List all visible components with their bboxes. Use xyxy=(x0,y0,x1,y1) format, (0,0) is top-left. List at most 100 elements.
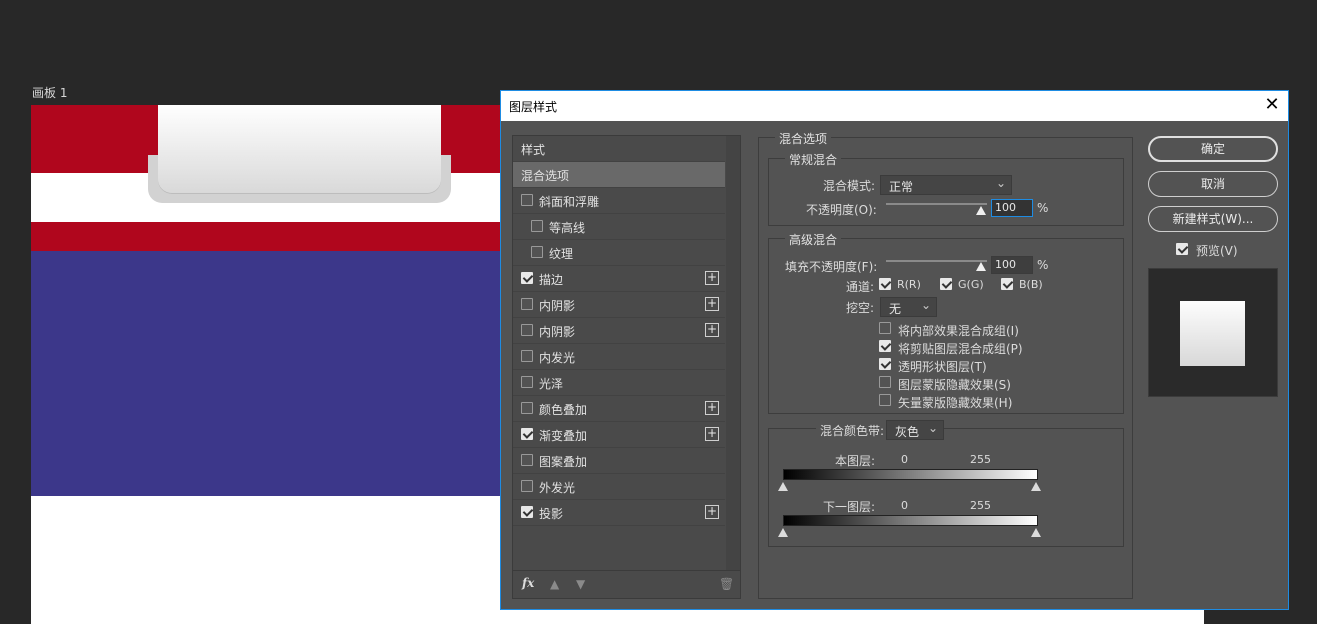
opacity-slider[interactable] xyxy=(886,203,987,205)
style-item[interactable]: 内阴影 + xyxy=(513,292,725,318)
opacity-input[interactable]: 100 xyxy=(991,199,1033,217)
below-layer-white-handle[interactable] xyxy=(1031,528,1041,537)
styles-list: 样式 混合选项 斜面和浮雕 等高线 纹理 描边 + 内阴影 + 内阴影 + 内发光 光泽 颜色叠加 + 渐变叠… xyxy=(513,136,725,570)
style-item[interactable]: 斜面和浮雕 xyxy=(513,188,725,214)
channel-option[interactable]: G(G) xyxy=(940,277,1000,293)
cancel-button[interactable]: 取消 xyxy=(1148,171,1278,197)
style-item-checkbox[interactable] xyxy=(521,428,533,440)
preview-label: 预览(V) xyxy=(1196,244,1238,258)
style-item[interactable]: 外发光 xyxy=(513,474,725,500)
advanced-option[interactable]: 将剪贴图层混合成组(P) xyxy=(879,339,1119,356)
advanced-option[interactable]: 矢量蒙版隐藏效果(H) xyxy=(879,393,1119,410)
style-item-checkbox[interactable] xyxy=(521,402,533,414)
advanced-option-checkbox[interactable] xyxy=(879,376,891,388)
style-item-checkbox[interactable] xyxy=(521,272,533,284)
general-blending-title: 常规混合 xyxy=(785,151,842,168)
style-item[interactable]: 混合选项 xyxy=(513,162,725,188)
below-layer-max: 255 xyxy=(970,499,991,512)
fill-opacity-input[interactable]: 100 xyxy=(991,256,1033,274)
channels-group: R(R) G(G) B(B) xyxy=(879,277,1079,293)
advanced-option-label: 图层蒙版隐藏效果(S) xyxy=(898,378,1011,392)
preview-checkbox-row[interactable]: 预览(V) xyxy=(1176,242,1276,258)
blend-mode-select[interactable]: 正常 ⌄ xyxy=(880,175,1012,195)
style-item-label: 纹理 xyxy=(549,247,574,261)
style-item-checkbox[interactable] xyxy=(521,324,533,336)
preview-checkbox[interactable] xyxy=(1176,243,1188,255)
style-item-checkbox[interactable] xyxy=(521,454,533,466)
opacity-slider-thumb[interactable] xyxy=(976,206,986,215)
style-item-checkbox[interactable] xyxy=(521,298,533,310)
styles-scrollbar[interactable] xyxy=(726,136,740,570)
arrow-down-icon[interactable]: ▼ xyxy=(576,577,585,591)
styles-toolbar: fx ▲ ▼ 🗑 xyxy=(513,570,740,598)
style-item[interactable]: 描边 + xyxy=(513,266,725,292)
style-item-checkbox[interactable] xyxy=(521,506,533,518)
knockout-label: 挖空: xyxy=(846,301,875,315)
style-item[interactable]: 等高线 xyxy=(513,214,725,240)
styles-header-label: 样式 xyxy=(521,143,546,157)
style-item[interactable]: 投影 + xyxy=(513,500,725,526)
advanced-options-list: 将内部效果混合成组(I) 将剪贴图层混合成组(P) 透明形状图层(T) 图层蒙版隐藏效… xyxy=(879,321,1119,411)
channel-option[interactable]: B(B) xyxy=(1001,277,1061,293)
dialog-titlebar[interactable]: 图层样式 ✕ xyxy=(501,91,1288,121)
channel-checkbox[interactable] xyxy=(879,278,891,290)
advanced-option-checkbox[interactable] xyxy=(879,394,891,406)
ok-button[interactable]: 确定 xyxy=(1148,136,1278,162)
fx-icon[interactable]: fx xyxy=(522,576,534,590)
close-icon[interactable]: ✕ xyxy=(1262,95,1282,115)
style-item[interactable]: 纹理 xyxy=(513,240,725,266)
style-item-label: 内阴影 xyxy=(539,325,576,339)
style-item-checkbox[interactable] xyxy=(531,246,543,258)
this-layer-white-handle[interactable] xyxy=(1031,482,1041,491)
style-item-label: 渐变叠加 xyxy=(539,429,588,443)
fill-opacity-label: 填充不透明度(F): xyxy=(785,260,878,274)
advanced-option-checkbox[interactable] xyxy=(879,358,891,370)
advanced-option[interactable]: 透明形状图层(T) xyxy=(879,357,1119,374)
add-effect-plus-icon[interactable]: + xyxy=(705,505,719,519)
fill-opacity-slider-thumb[interactable] xyxy=(976,262,986,271)
add-effect-plus-icon[interactable]: + xyxy=(705,401,719,415)
add-effect-plus-icon[interactable]: + xyxy=(705,271,719,285)
knockout-value: 无 xyxy=(889,302,902,316)
trash-icon[interactable]: 🗑 xyxy=(719,577,734,591)
layer-style-dialog: 图层样式 ✕ 样式 混合选项 斜面和浮雕 等高线 纹理 描边 + 内阴影 + 内阴影 + 内发光 光泽颜… xyxy=(500,90,1289,610)
add-effect-plus-icon[interactable]: + xyxy=(705,297,719,311)
artboard-label: 画板 1 xyxy=(32,86,68,100)
fill-opacity-slider[interactable] xyxy=(886,260,987,262)
chevron-down-icon: ⌄ xyxy=(927,421,938,435)
add-effect-plus-icon[interactable]: + xyxy=(705,427,719,441)
knockout-select[interactable]: 无 ⌄ xyxy=(880,297,937,317)
channel-option[interactable]: R(R) xyxy=(879,277,939,293)
advanced-option[interactable]: 图层蒙版隐藏效果(S) xyxy=(879,375,1119,392)
advanced-option-checkbox[interactable] xyxy=(879,322,891,334)
style-item-checkbox[interactable] xyxy=(521,376,533,388)
channel-checkbox[interactable] xyxy=(1001,278,1013,290)
channel-label: R(R) xyxy=(897,278,921,291)
blend-if-select[interactable]: 灰色 ⌄ xyxy=(886,420,944,440)
style-item-checkbox[interactable] xyxy=(521,194,533,206)
this-layer-black-handle[interactable] xyxy=(778,482,788,491)
new-style-button[interactable]: 新建样式(W)... xyxy=(1148,206,1278,232)
style-item[interactable]: 颜色叠加 + xyxy=(513,396,725,422)
below-layer-black-handle[interactable] xyxy=(778,528,788,537)
advanced-option-checkbox[interactable] xyxy=(879,340,891,352)
arrow-up-icon[interactable]: ▲ xyxy=(550,577,559,591)
style-item-checkbox[interactable] xyxy=(521,480,533,492)
opacity-unit: % xyxy=(1037,201,1049,215)
advanced-blending-title: 高级混合 xyxy=(785,231,842,248)
styles-list-panel: 样式 混合选项 斜面和浮雕 等高线 纹理 描边 + 内阴影 + 内阴影 + 内发光 光泽 颜色叠加 + 渐变叠… xyxy=(512,135,741,599)
style-item[interactable]: 图案叠加 xyxy=(513,448,725,474)
style-item[interactable]: 内阴影 + xyxy=(513,318,725,344)
advanced-option[interactable]: 将内部效果混合成组(I) xyxy=(879,321,1119,338)
channel-checkbox[interactable] xyxy=(940,278,952,290)
style-item-label: 颜色叠加 xyxy=(539,403,588,417)
style-item[interactable]: 渐变叠加 + xyxy=(513,422,725,448)
add-effect-plus-icon[interactable]: + xyxy=(705,323,719,337)
style-item-checkbox[interactable] xyxy=(531,220,543,232)
blend-if-group: 混合颜色带: 灰色 ⌄ 本图层: 0 255 下一图层: 0 255 xyxy=(768,420,1124,547)
style-item[interactable]: 光泽 xyxy=(513,370,725,396)
style-item-checkbox[interactable] xyxy=(521,350,533,362)
dialog-title: 图层样式 xyxy=(509,100,558,114)
channels-label: 通道: xyxy=(846,280,875,294)
style-item[interactable]: 内发光 xyxy=(513,344,725,370)
